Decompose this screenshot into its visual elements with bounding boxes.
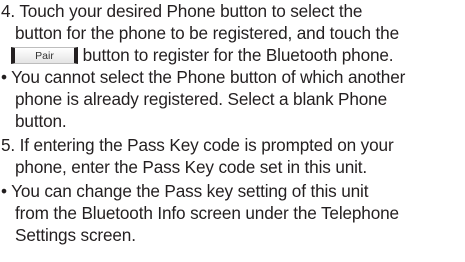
step-4-line-3-text: button to register for the Bluetooth pho… (82, 45, 394, 65)
step-5-line-1: 5. If entering the Pass Key code is prom… (1, 135, 394, 155)
step-4-line-1: 4. Touch your desired Phone button to se… (1, 1, 363, 21)
pair-button: Pair (11, 47, 78, 64)
step-5-line-2: phone, enter the Pass Key code set in th… (15, 157, 368, 177)
note-2-line-1: • You can change the Pass key setting of… (1, 181, 369, 201)
manual-page: 4. Touch your desired Phone button to se… (0, 0, 465, 262)
step-4-line-3: Pair button to register for the Bluetoot… (11, 44, 394, 66)
note-1-line-3: button. (15, 111, 67, 131)
note-2-line-2: from the Bluetooth Info screen under the… (15, 203, 399, 223)
note-2-line-3: Settings screen. (15, 225, 136, 245)
step-4-line-2: button for the phone to be registered, a… (15, 23, 399, 43)
note-1-line-1: • You cannot select the Phone button of … (1, 67, 406, 87)
note-1-line-2: phone is already registered. Select a bl… (15, 89, 387, 109)
